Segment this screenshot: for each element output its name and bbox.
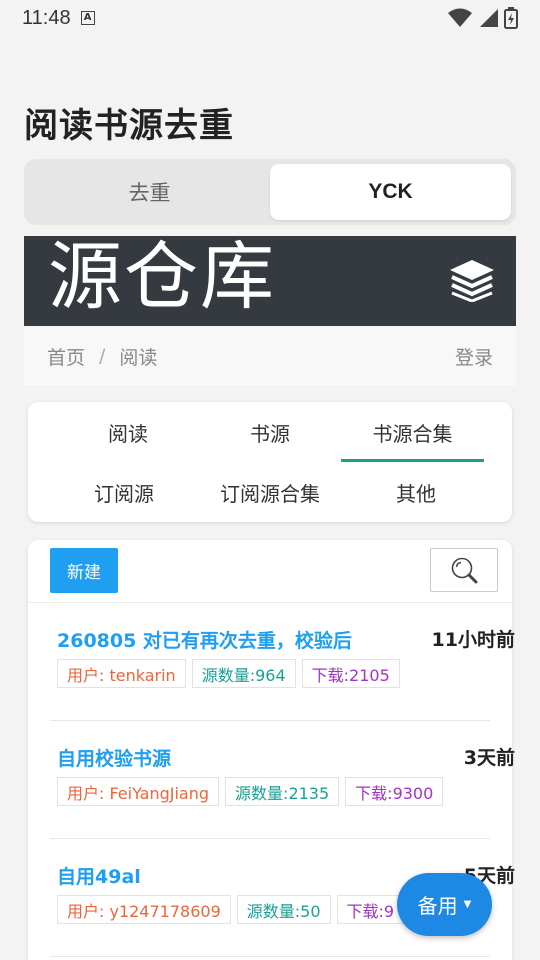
- active-tab-indicator: [341, 459, 484, 462]
- item-time: 11小时前: [431, 629, 515, 651]
- fab-label: 备用: [417, 894, 458, 918]
- tab-book-source-collection[interactable]: 书源合集: [341, 418, 484, 447]
- item-count-tag: 源数量:964: [191, 659, 296, 688]
- page-title: 阅读书源去重: [24, 106, 234, 146]
- category-tabs: 阅读 书源 书源合集 订阅源 订阅源合集 其他: [28, 402, 512, 522]
- segment-yck[interactable]: YCK: [270, 164, 511, 220]
- wifi-icon: [448, 8, 472, 27]
- item-count-tag: 源数量:2135: [225, 777, 340, 806]
- status-icons: [448, 7, 518, 29]
- layers-menu-icon[interactable]: [448, 258, 496, 302]
- list-item[interactable]: 260805 对已有再次去重，校验后 11小时前 用户: tenkarin 源数…: [50, 603, 515, 721]
- item-download-tag: 下载:9300: [345, 777, 444, 806]
- list-item[interactable]: 自用校验书源 3天前 用户: FeiYangJiang 源数量:2135 下载:…: [50, 721, 515, 839]
- item-tags: 用户: tenkarin 源数量:964 下载:2105: [57, 659, 400, 688]
- item-title[interactable]: 260805 对已有再次去重，校验后: [57, 626, 367, 653]
- item-user-tag[interactable]: 用户: FeiYangJiang: [57, 777, 220, 806]
- tab-other[interactable]: 其他: [356, 478, 476, 507]
- item-user-tag[interactable]: 用户: tenkarin: [57, 659, 186, 688]
- item-tags: 用户: FeiYangJiang 源数量:2135 下载:9300: [57, 777, 444, 806]
- mode-segmented-control: 去重 YCK: [24, 159, 516, 225]
- segment-dedupe[interactable]: 去重: [29, 164, 270, 220]
- login-link[interactable]: 登录: [455, 343, 493, 370]
- backup-fab-button[interactable]: 备用 ▼: [397, 873, 492, 936]
- breadcrumb-home[interactable]: 首页: [47, 343, 85, 370]
- caret-down-icon: ▼: [463, 899, 472, 910]
- tab-book-source[interactable]: 书源: [210, 418, 330, 447]
- tab-subscription-collection[interactable]: 订阅源合集: [200, 478, 340, 507]
- status-bar: 11:48 A: [0, 0, 540, 36]
- item-download-tag: 下载:2105: [301, 659, 400, 688]
- status-time: 11:48: [22, 6, 71, 29]
- breadcrumb-current: 阅读: [119, 346, 158, 369]
- item-count-tag: 源数量:50: [236, 895, 331, 924]
- breadcrumb: 首页 / 阅读 登录: [24, 326, 516, 386]
- item-title[interactable]: 自用49al: [57, 862, 367, 889]
- item-download-tag: 下载:9: [336, 895, 405, 924]
- search-button[interactable]: [430, 548, 498, 592]
- item-tags: 用户: y1247178609 源数量:50 下载:9: [57, 895, 405, 924]
- item-title[interactable]: 自用校验书源: [57, 744, 367, 771]
- new-button[interactable]: 新建: [50, 548, 118, 593]
- tab-subscription[interactable]: 订阅源: [64, 478, 184, 507]
- signal-icon: [480, 9, 498, 27]
- item-time: 3天前: [463, 747, 515, 769]
- search-icon: [451, 557, 478, 584]
- tab-read[interactable]: 阅读: [68, 418, 188, 447]
- item-user-tag[interactable]: 用户: y1247178609: [57, 895, 231, 924]
- battery-icon: [504, 7, 518, 29]
- site-brand: 源仓库: [48, 236, 276, 320]
- notification-a-icon: A: [80, 11, 95, 25]
- breadcrumb-separator: /: [99, 345, 106, 367]
- site-banner: 源仓库: [24, 236, 516, 326]
